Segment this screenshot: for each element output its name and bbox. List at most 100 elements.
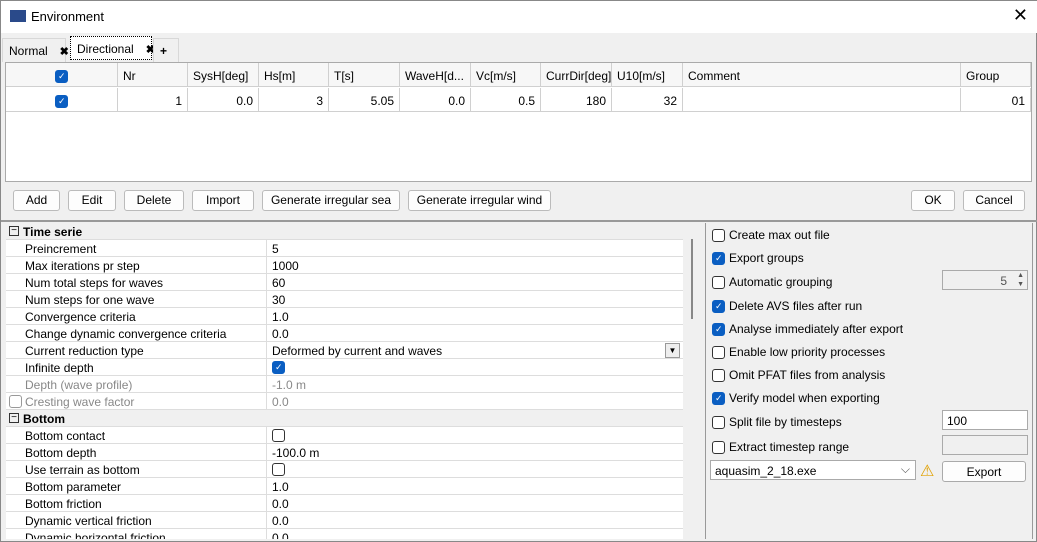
property-value[interactable]: 60 — [272, 276, 285, 290]
select-all-checkbox[interactable] — [55, 70, 68, 84]
property-checkbox[interactable] — [272, 463, 285, 476]
property-row[interactable]: Preincrement 5 — [6, 240, 683, 257]
split-timesteps-input[interactable]: 100 — [942, 410, 1028, 430]
property-value[interactable]: -1.0 m — [272, 378, 306, 392]
collapse-icon[interactable]: − — [9, 413, 19, 423]
option-checkbox[interactable] — [712, 300, 725, 314]
column-header[interactable]: U10[m/s] — [612, 63, 683, 87]
property-checkbox[interactable] — [272, 361, 285, 374]
option-extract-timestep-range[interactable]: Extract timestep range — [712, 440, 849, 455]
table-cell[interactable]: 0.0 — [188, 88, 259, 112]
table-cell[interactable]: 0.5 — [471, 88, 541, 112]
option-checkbox[interactable] — [712, 323, 725, 337]
property-value[interactable]: 30 — [272, 293, 285, 307]
option-delete-avs-files-after-run[interactable]: Delete AVS files after run — [712, 299, 862, 314]
option-automatic-grouping[interactable]: Automatic grouping — [712, 275, 832, 290]
column-header[interactable]: Nr — [118, 63, 188, 87]
table-cell[interactable]: 0.0 — [400, 88, 471, 112]
enable-checkbox[interactable] — [9, 395, 22, 408]
close-icon[interactable]: ✕ — [1013, 5, 1028, 26]
property-row[interactable]: Num steps for one wave 30 — [6, 291, 683, 308]
property-value[interactable]: 0.0 — [272, 514, 289, 528]
property-value[interactable]: 1000 — [272, 259, 299, 273]
table-cell[interactable]: 1 — [118, 88, 188, 112]
column-header[interactable]: Hs[m] — [259, 63, 329, 87]
property-row[interactable]: Convergence criteria 1.0 — [6, 308, 683, 325]
option-checkbox[interactable] — [712, 392, 725, 406]
property-value[interactable]: Deformed by current and waves — [272, 344, 442, 358]
option-enable-low-priority-processes[interactable]: Enable low priority processes — [712, 345, 885, 360]
property-row[interactable]: Bottom parameter 1.0 — [6, 478, 683, 495]
add-button[interactable]: Add — [13, 190, 60, 211]
dropdown-arrow-icon[interactable]: ▼ — [665, 343, 680, 358]
option-create-max-out-file[interactable]: Create max out file — [712, 228, 830, 243]
grouping-spinner[interactable]: 5 ▲ ▼ — [942, 270, 1028, 290]
property-value[interactable]: -100.0 m — [272, 446, 319, 460]
property-row[interactable]: Bottom friction 0.0 — [6, 495, 683, 512]
option-checkbox[interactable] — [712, 369, 725, 383]
column-header[interactable]: T[s] — [329, 63, 400, 87]
property-value[interactable]: 1.0 — [272, 310, 289, 324]
column-header[interactable]: Group — [961, 63, 1031, 87]
column-header[interactable]: Comment — [683, 63, 961, 87]
table-cell[interactable]: 3 — [259, 88, 329, 112]
property-row[interactable]: Use terrain as bottom — [6, 461, 683, 478]
property-row[interactable]: Cresting wave factor 0.0 — [6, 393, 683, 410]
property-row[interactable]: Dynamic vertical friction 0.0 — [6, 512, 683, 529]
splitter[interactable] — [1, 220, 1037, 222]
option-verify-model-when-exporting[interactable]: Verify model when exporting — [712, 391, 880, 406]
property-value[interactable]: 0.0 — [272, 327, 289, 341]
column-header[interactable] — [6, 63, 118, 87]
table-cell[interactable]: 180 — [541, 88, 612, 112]
table-cell[interactable] — [683, 88, 961, 112]
option-checkbox[interactable] — [712, 229, 725, 243]
property-row[interactable]: Current reduction type Deformed by curren… — [6, 342, 683, 359]
cancel-button[interactable]: Cancel — [963, 190, 1025, 211]
property-value[interactable]: 0.0 — [272, 395, 289, 409]
option-omit-pfat-files-from-analysis[interactable]: Omit PFAT files from analysis — [712, 368, 885, 383]
property-row[interactable]: Infinite depth — [6, 359, 683, 376]
delete-button[interactable]: Delete — [124, 190, 184, 211]
option-analyse-immediately-after-export[interactable]: Analyse immediately after export — [712, 322, 903, 337]
option-split-file-by-timesteps[interactable]: Split file by timesteps — [712, 415, 842, 430]
option-checkbox[interactable] — [712, 252, 725, 266]
close-tab-icon[interactable]: ✖ — [60, 46, 69, 58]
generate-irregular-sea-button[interactable]: Generate irregular sea — [262, 190, 400, 211]
property-row[interactable]: Bottom contact — [6, 427, 683, 444]
property-row[interactable]: Bottom depth -100.0 m — [6, 444, 683, 461]
property-row[interactable]: Depth (wave profile) -1.0 m — [6, 376, 683, 393]
export-button[interactable]: Export — [942, 461, 1026, 482]
tab-directional[interactable]: Directional ✖ — [70, 36, 155, 60]
property-value[interactable]: 0.0 — [272, 531, 289, 539]
spinner-arrows-icon[interactable]: ▲ ▼ — [1017, 271, 1024, 289]
property-category[interactable]: − Time serie — [6, 223, 683, 240]
edit-button[interactable]: Edit — [68, 190, 116, 211]
option-export-groups[interactable]: Export groups — [712, 251, 804, 266]
generate-irregular-wind-button[interactable]: Generate irregular wind — [408, 190, 551, 211]
property-row[interactable]: Dynamic horizontal friction 0.0 — [6, 529, 683, 539]
column-header[interactable]: WaveH[d... — [400, 63, 471, 87]
scrollbar-thumb[interactable] — [691, 239, 693, 319]
option-checkbox[interactable] — [712, 416, 725, 430]
executable-select[interactable]: aquasim_2_18.exe ⌵ — [710, 460, 916, 480]
property-value[interactable]: 5 — [272, 242, 279, 256]
option-checkbox[interactable] — [712, 441, 725, 455]
tab-normal[interactable]: Normal ✖ — [2, 38, 69, 62]
row-checkbox[interactable] — [55, 95, 68, 109]
option-checkbox[interactable] — [712, 346, 725, 360]
column-header[interactable]: SysH[deg] — [188, 63, 259, 87]
table-cell[interactable]: 5.05 — [329, 88, 400, 112]
property-value[interactable]: 0.0 — [272, 497, 289, 511]
extract-range-input[interactable] — [942, 435, 1028, 455]
add-tab-button[interactable]: + — [153, 38, 179, 62]
property-row[interactable]: Change dynamic convergence criteria 0.0 — [6, 325, 683, 342]
property-checkbox[interactable] — [272, 429, 285, 442]
option-checkbox[interactable] — [712, 276, 725, 290]
collapse-icon[interactable]: − — [9, 226, 19, 236]
property-row[interactable]: Num total steps for waves 60 — [6, 274, 683, 291]
property-value[interactable]: 1.0 — [272, 480, 289, 494]
column-header[interactable]: Vc[m/s] — [471, 63, 541, 87]
table-cell[interactable]: 32 — [612, 88, 683, 112]
ok-button[interactable]: OK — [911, 190, 955, 211]
column-header[interactable]: CurrDir[deg] — [541, 63, 612, 87]
